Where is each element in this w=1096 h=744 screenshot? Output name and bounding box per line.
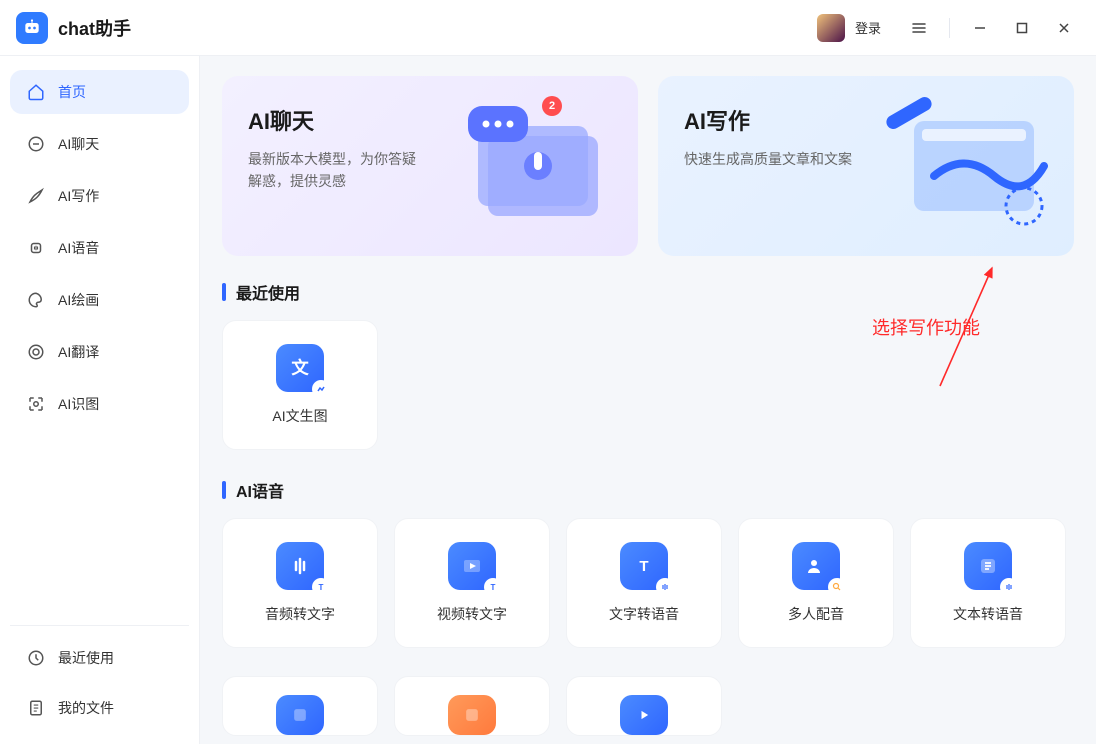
app-logo bbox=[16, 12, 48, 44]
robot-icon bbox=[22, 18, 42, 38]
svg-text:T: T bbox=[491, 583, 496, 592]
feature-card-partial-3[interactable] bbox=[566, 676, 722, 736]
feature-card-text2img[interactable]: 文 AI文生图 bbox=[222, 320, 378, 450]
content: 首页 AI聊天 AI写作 AI语音 AI绘画 AI翻译 AI识图 bbox=[0, 56, 1096, 744]
feature-label: 多人配音 bbox=[788, 604, 844, 624]
section-title: 最近使用 bbox=[236, 280, 300, 304]
paint-icon bbox=[26, 290, 46, 310]
sidebar-item-recent[interactable]: 最近使用 bbox=[10, 636, 189, 680]
avatar[interactable] bbox=[817, 14, 845, 42]
home-icon bbox=[26, 82, 46, 102]
titlebar: chat助手 登录 bbox=[0, 0, 1096, 56]
feature-card-partial-1[interactable] bbox=[222, 676, 378, 736]
maximize-button[interactable] bbox=[1006, 12, 1038, 44]
hero-badge: 2 bbox=[542, 96, 562, 116]
svg-text:文: 文 bbox=[291, 357, 309, 377]
history-icon bbox=[26, 648, 46, 668]
minimize-button[interactable] bbox=[964, 12, 996, 44]
divider bbox=[949, 18, 950, 38]
nav-spacer bbox=[10, 434, 189, 617]
chat-illustration bbox=[438, 96, 618, 236]
feature-card-partial-2[interactable] bbox=[394, 676, 550, 736]
text2voice-icon: T bbox=[620, 542, 668, 590]
app-title: chat助手 bbox=[58, 15, 131, 41]
section-bar bbox=[222, 481, 226, 499]
feature-label: 视频转文字 bbox=[437, 604, 507, 624]
sidebar-item-label: AI翻译 bbox=[58, 342, 99, 362]
sidebar-item-label: AI绘画 bbox=[58, 290, 99, 310]
voice-grid: T 音频转文字 T 视频转文字 T 文字转语音 多人配音 文本转语音 bbox=[222, 518, 1074, 648]
hero-card-chat[interactable]: AI聊天 最新版本大模型，为你答疑解惑，提供灵感 2 bbox=[222, 76, 638, 256]
login-button[interactable]: 登录 bbox=[855, 18, 881, 37]
section-head-recent: 最近使用 bbox=[222, 280, 1074, 304]
write-icon bbox=[26, 186, 46, 206]
section-title: AI语音 bbox=[236, 478, 284, 502]
hero-row: AI聊天 最新版本大模型，为你答疑解惑，提供灵感 2 AI写作 快速生成高质量文… bbox=[222, 76, 1074, 256]
text2img-icon: 文 bbox=[276, 344, 324, 392]
feature-label: 音频转文字 bbox=[265, 604, 335, 624]
sidebar-item-label: AI识图 bbox=[58, 394, 99, 414]
sidebar-item-label: AI聊天 bbox=[58, 134, 99, 154]
sidebar-item-files[interactable]: 我的文件 bbox=[10, 686, 189, 730]
vision-icon bbox=[26, 394, 46, 414]
feature-label: 文本转语音 bbox=[953, 604, 1023, 624]
section-head-voice: AI语音 bbox=[222, 478, 1074, 502]
sidebar-item-write[interactable]: AI写作 bbox=[10, 174, 189, 218]
sidebar-item-label: AI语音 bbox=[58, 238, 99, 258]
translate-icon bbox=[26, 342, 46, 362]
feature-card-text2voice[interactable]: T 文字转语音 bbox=[566, 518, 722, 648]
video2text-icon: T bbox=[448, 542, 496, 590]
sidebar-item-chat[interactable]: AI聊天 bbox=[10, 122, 189, 166]
sidebar: 首页 AI聊天 AI写作 AI语音 AI绘画 AI翻译 AI识图 bbox=[0, 56, 200, 744]
close-button[interactable] bbox=[1048, 12, 1080, 44]
menu-button[interactable] bbox=[903, 12, 935, 44]
svg-text:T: T bbox=[639, 558, 648, 575]
multivoice-icon bbox=[792, 542, 840, 590]
sidebar-item-paint[interactable]: AI绘画 bbox=[10, 278, 189, 322]
audio2text-icon: T bbox=[276, 542, 324, 590]
hero-desc: 快速生成高质量文章和文案 bbox=[684, 148, 864, 170]
partial-icon-1 bbox=[276, 695, 324, 735]
svg-text:T: T bbox=[319, 583, 324, 592]
section-bar bbox=[222, 283, 226, 301]
recent-grid: 文 AI文生图 bbox=[222, 320, 1074, 450]
tts-icon bbox=[964, 542, 1012, 590]
sidebar-item-label: AI写作 bbox=[58, 186, 99, 206]
hero-card-write[interactable]: AI写作 快速生成高质量文章和文案 bbox=[658, 76, 1074, 256]
feature-card-multivoice[interactable]: 多人配音 bbox=[738, 518, 894, 648]
write-illustration bbox=[874, 96, 1054, 236]
close-icon bbox=[1057, 21, 1071, 35]
feature-card-audio2text[interactable]: T 音频转文字 bbox=[222, 518, 378, 648]
feature-label: 文字转语音 bbox=[609, 604, 679, 624]
sidebar-bottom: 最近使用 我的文件 bbox=[10, 625, 189, 730]
maximize-icon bbox=[1015, 21, 1029, 35]
sidebar-item-label: 我的文件 bbox=[58, 698, 114, 718]
menu-icon bbox=[911, 20, 927, 36]
voice-icon bbox=[26, 238, 46, 258]
sidebar-item-label: 最近使用 bbox=[58, 648, 114, 668]
voice-grid-row2 bbox=[222, 676, 1074, 736]
feature-card-video2text[interactable]: T 视频转文字 bbox=[394, 518, 550, 648]
minimize-icon bbox=[973, 21, 987, 35]
main: AI聊天 最新版本大模型，为你答疑解惑，提供灵感 2 AI写作 快速生成高质量文… bbox=[200, 56, 1096, 744]
sidebar-item-label: 首页 bbox=[58, 82, 86, 102]
sidebar-item-vision[interactable]: AI识图 bbox=[10, 382, 189, 426]
partial-icon-2 bbox=[448, 695, 496, 735]
partial-icon-3 bbox=[620, 695, 668, 735]
chat-icon bbox=[26, 134, 46, 154]
sidebar-item-voice[interactable]: AI语音 bbox=[10, 226, 189, 270]
sidebar-item-translate[interactable]: AI翻译 bbox=[10, 330, 189, 374]
titlebar-left: chat助手 bbox=[16, 12, 131, 44]
file-icon bbox=[26, 698, 46, 718]
feature-card-tts[interactable]: 文本转语音 bbox=[910, 518, 1066, 648]
titlebar-right: 登录 bbox=[817, 12, 1080, 44]
feature-label: AI文生图 bbox=[272, 406, 327, 426]
sidebar-item-home[interactable]: 首页 bbox=[10, 70, 189, 114]
hero-desc: 最新版本大模型，为你答疑解惑，提供灵感 bbox=[248, 148, 428, 193]
